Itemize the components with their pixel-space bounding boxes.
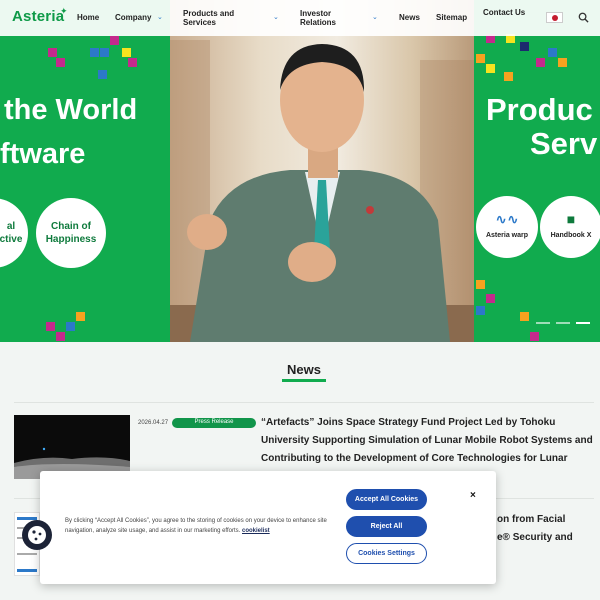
decor-square [122, 48, 131, 57]
nav-news[interactable]: News [399, 13, 420, 22]
product-asteria-warp[interactable]: ∿∿ Asteria warp [476, 196, 538, 258]
decor-square [46, 322, 55, 331]
person-illustration [170, 44, 474, 342]
nav-contact-us[interactable]: Contact Us [483, 8, 525, 17]
news-thumbnail-lunar[interactable] [14, 415, 130, 479]
chevron-down-icon: ⌄ [273, 14, 279, 21]
divider [14, 402, 594, 403]
decor-square [476, 54, 485, 63]
hero-carousel[interactable]: the World ftware al ctive Chain of Happine… [0, 0, 600, 342]
hero-slide-right: Produc Serv ∿∿ Asteria warp ■ Handbook X [474, 0, 600, 342]
cookie-list-link[interactable]: cookielist [242, 528, 270, 534]
logo-star-icon: ✦ [60, 6, 68, 16]
decor-square [110, 36, 119, 45]
carousel-dot[interactable] [536, 322, 550, 324]
decor-square [56, 332, 65, 341]
cookie-icon[interactable] [22, 520, 52, 550]
decor-square [98, 70, 107, 79]
japan-flag-icon[interactable] [546, 12, 563, 23]
decor-square [76, 312, 85, 321]
news-headline-line[interactable]: University Supporting Simulation of Luna… [261, 432, 593, 450]
news-title-underline [282, 379, 326, 382]
hero-slide-left: the World ftware al ctive Chain of Happine… [0, 0, 170, 342]
nav-products-and-services[interactable]: Products and Services [183, 9, 234, 27]
chevron-down-icon: ⌄ [157, 14, 163, 21]
carousel-dot-active[interactable] [576, 322, 590, 324]
nav-home[interactable]: Home [77, 13, 99, 22]
lunar-surface-image [14, 447, 130, 479]
decor-square [558, 58, 567, 67]
decor-square [486, 64, 495, 73]
nav-sitemap[interactable]: Sitemap [436, 13, 467, 22]
decor-square [476, 306, 485, 315]
decor-square [90, 48, 99, 57]
news-category-badge[interactable]: Press Release [172, 418, 256, 428]
hero-headline-line2: ftware [0, 138, 86, 170]
carousel-dot[interactable] [556, 322, 570, 324]
nav-investor-relations[interactable]: Investor Relations [300, 9, 336, 27]
asteria-logo[interactable]: Asteria [12, 8, 64, 25]
accept-all-cookies-button[interactable]: Accept All Cookies [346, 489, 427, 510]
decor-square [520, 42, 529, 51]
decor-square [536, 58, 545, 67]
news-date: 2026.04.27 [138, 420, 169, 426]
decor-square [128, 58, 137, 67]
decor-square [548, 48, 557, 57]
news-headline-line[interactable]: “Artefacts” Joins Space Strategy Fund Pr… [261, 414, 555, 432]
thumbnail-line [17, 569, 37, 572]
hero-right-headline-line1: Produc [486, 92, 593, 127]
chevron-down-icon: ⌄ [372, 14, 378, 21]
cookie-consent-banner: By clicking “Accept All Cookies”, you ag… [22, 471, 496, 584]
decor-square [66, 322, 75, 331]
news-headline-line[interactable]: on from Facial [497, 511, 565, 529]
decor-square [476, 280, 485, 289]
cookies-settings-button[interactable]: Cookies Settings [346, 543, 427, 564]
news-headline-line[interactable]: Contributing to the Development of Core … [261, 450, 567, 468]
reject-all-button[interactable]: Reject All [346, 516, 427, 537]
decor-square [48, 48, 57, 57]
decor-square [504, 72, 513, 81]
product-handbook-x[interactable]: ■ Handbook X [540, 196, 600, 258]
hero-badge-chain-of-happiness: Chain of Happiness [36, 198, 106, 268]
close-icon[interactable]: × [470, 490, 476, 501]
nav-company[interactable]: Company [115, 13, 151, 22]
news-headline-line[interactable]: e® Security and [497, 529, 573, 547]
thumbnail-line [17, 553, 37, 555]
search-icon[interactable] [578, 12, 589, 23]
hero-photo-ceo [170, 0, 474, 342]
decor-square [530, 332, 539, 341]
decor-square [520, 312, 529, 321]
news-section-title: News [287, 362, 321, 377]
hero-badge-left: al ctive [0, 198, 28, 268]
hero-right-headline-line2: Serv [530, 126, 598, 161]
site-header: Asteria ✦ Home Company ⌄ Products and Ser… [0, 0, 600, 36]
decor-square [56, 58, 65, 67]
decor-square [100, 48, 109, 57]
cookie-consent-text: By clicking “Accept All Cookies”, you ag… [65, 518, 327, 534]
hero-headline-line1: the World [4, 94, 138, 126]
decor-square [486, 294, 495, 303]
